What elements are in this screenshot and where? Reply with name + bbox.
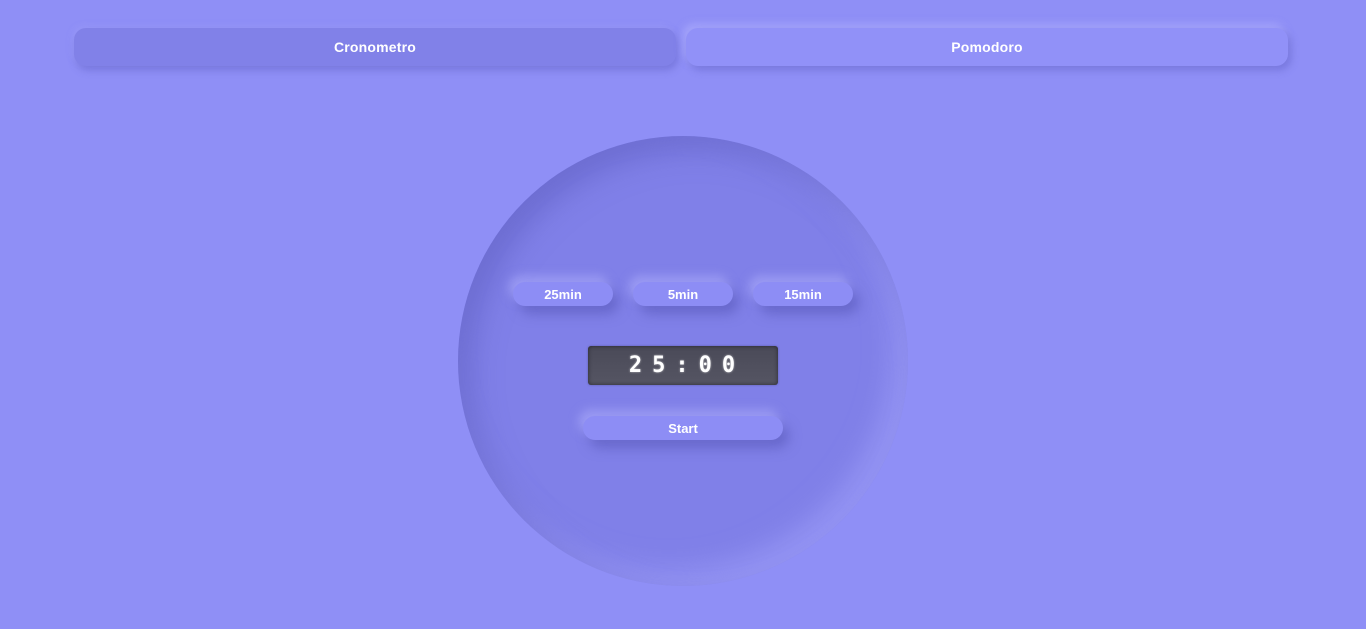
pomodoro-dial: 25min 5min 15min 25:00 Start	[458, 136, 908, 586]
preset-5min-button[interactable]: 5min	[633, 282, 733, 306]
tab-cronometro[interactable]: Cronometro	[74, 28, 676, 66]
preset-buttons: 25min 5min 15min	[513, 282, 853, 306]
preset-15min-button[interactable]: 15min	[753, 282, 853, 306]
start-button[interactable]: Start	[583, 416, 783, 440]
timer-display: 25:00	[588, 346, 778, 385]
mode-tabs: Cronometro Pomodoro	[74, 28, 1288, 66]
preset-25min-button[interactable]: 25min	[513, 282, 613, 306]
tab-pomodoro[interactable]: Pomodoro	[686, 28, 1288, 66]
